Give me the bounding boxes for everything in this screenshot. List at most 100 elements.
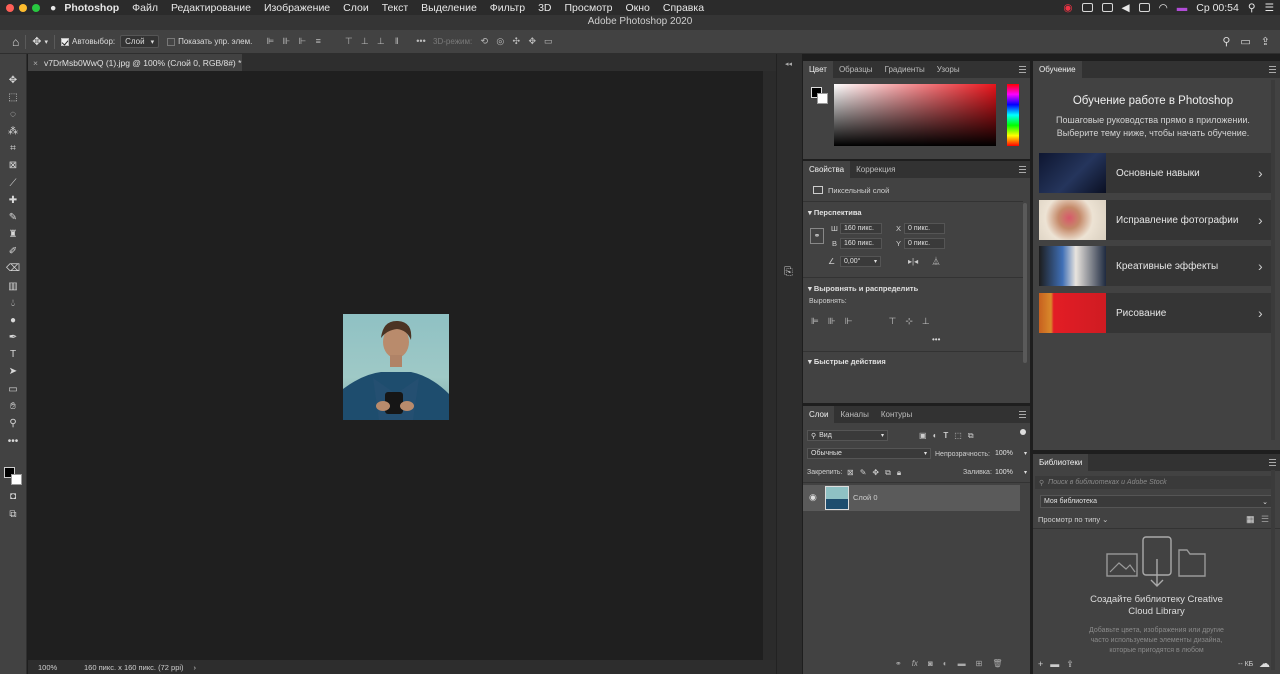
new-adjustment-icon[interactable]: ◐ (943, 659, 948, 668)
flip-vertical-icon[interactable]: ⏅ (932, 256, 940, 267)
grid-view-icon[interactable]: ▦ (1246, 514, 1255, 525)
filter-pixel-icon[interactable]: ▣ (919, 431, 927, 441)
scale-3d-icon[interactable]: ▭ (542, 36, 554, 47)
close-tab-icon[interactable]: × (33, 58, 38, 68)
collapse-arrows-icon[interactable]: ◂◂ (785, 60, 792, 68)
layer-thumbnail[interactable] (825, 486, 849, 510)
tab-libraries[interactable]: Библиотеки (1033, 454, 1089, 471)
menu-window[interactable]: Окно (625, 2, 649, 14)
align-left-edges-icon[interactable]: ⊫ (811, 316, 819, 327)
align-v-centers-icon[interactable]: ⊹ (905, 316, 913, 327)
document-info[interactable]: 160 пикс. x 160 пикс. (72 ppi) (84, 663, 184, 672)
learn-item-basic-skills[interactable]: Основные навыки › (1039, 153, 1274, 193)
home-icon[interactable]: ⌂ (12, 35, 19, 49)
zoom-window-button[interactable] (32, 3, 40, 12)
quick-mask-icon[interactable]: ◘ (6, 490, 20, 503)
menu-image[interactable]: Изображение (264, 2, 330, 14)
vertical-scrollbar[interactable] (763, 71, 776, 660)
layer-row[interactable]: ◉ Слой 0 (803, 485, 1020, 511)
color-picker-field[interactable] (834, 84, 996, 146)
menu-view[interactable]: Просмотр (565, 2, 613, 14)
quick-actions-section-header[interactable]: ▾ Быстрые действия (808, 357, 886, 366)
more-options-icon[interactable]: ••• (415, 36, 427, 46)
gradient-tool-icon[interactable]: ▥ (6, 280, 20, 293)
workspace-icon[interactable]: ▭ (1240, 35, 1250, 48)
panel-menu-icon[interactable] (1019, 66, 1026, 73)
cloud-sync-icon[interactable]: ☁ (1259, 657, 1270, 670)
lock-pixels-icon[interactable]: ✎ (860, 468, 867, 478)
add-element-icon[interactable]: + (1038, 659, 1043, 670)
search-icon[interactable]: ⚲ (1222, 35, 1230, 48)
show-transform-checkbox[interactable] (167, 37, 176, 46)
slide-3d-icon[interactable]: ✥ (526, 36, 538, 47)
marquee-tool-icon[interactable]: ⬚ (6, 91, 20, 104)
brush-tool-icon[interactable]: ✎ (6, 211, 20, 224)
panel-menu-icon[interactable] (1019, 411, 1026, 418)
lock-artboard-icon[interactable]: ⧉ (885, 468, 891, 478)
menu-file[interactable]: Файл (132, 2, 158, 14)
clock-label[interactable]: Ср 00:54 (1196, 2, 1239, 14)
lock-position-icon[interactable]: ✥ (872, 468, 879, 478)
menu-layers[interactable]: Слои (343, 2, 369, 14)
lasso-tool-icon[interactable]: ◌ (6, 108, 20, 121)
align-top-edges-icon[interactable]: ⊤ (889, 316, 897, 327)
path-select-icon[interactable]: ➤ (6, 365, 20, 378)
height-input[interactable]: 160 пикс. (840, 238, 882, 249)
history-brush-icon[interactable]: ✐ (6, 245, 20, 258)
upload-icon[interactable]: ⇪ (1066, 659, 1074, 670)
fill-input[interactable]: 100% ▾ (992, 467, 1028, 478)
align-top-icon[interactable]: ⊤ (343, 36, 355, 47)
panel-menu-icon[interactable] (1269, 459, 1276, 466)
panel-menu-icon[interactable] (1269, 66, 1276, 73)
move-tool-preset-icon[interactable]: ✥ (32, 35, 41, 48)
align-bottom-icon[interactable]: ⊥ (375, 36, 387, 47)
hue-slider[interactable] (1007, 84, 1019, 146)
orbit-3d-icon[interactable]: ⟲ (478, 36, 490, 47)
history-panel-icon[interactable]: ⎘ (784, 266, 793, 279)
filter-smart-icon[interactable]: ⧉ (968, 431, 974, 441)
align-right-icon[interactable]: ⊩ (296, 36, 308, 47)
tab-layers[interactable]: Слои (803, 406, 835, 423)
keyboard-icon[interactable] (1081, 3, 1093, 12)
menu-filter[interactable]: Фильтр (490, 2, 525, 14)
tab-learn[interactable]: Обучение (1033, 61, 1082, 78)
new-library-folder-icon[interactable]: ▬ (1050, 659, 1059, 670)
link-dimensions-icon[interactable]: ⚭ (810, 228, 824, 244)
tab-swatches[interactable]: Образцы (833, 61, 879, 78)
trash-icon[interactable]: 🗑︎ (992, 659, 1002, 668)
chevron-right-icon[interactable]: › (194, 663, 197, 672)
align-left-icon[interactable]: ⊫ (264, 36, 276, 47)
distribute-v-icon[interactable]: ‖ (391, 36, 403, 46)
display-icon[interactable] (1101, 3, 1113, 12)
angle-input[interactable]: 0,00° ▾ (840, 256, 881, 267)
menu-help[interactable]: Справка (663, 2, 704, 14)
filter-toggle-icon[interactable] (1020, 429, 1026, 435)
tab-adjustments[interactable]: Коррекция (850, 161, 901, 178)
menu-3d[interactable]: 3D (538, 2, 551, 14)
background-color-swatch[interactable] (11, 474, 22, 485)
opacity-input[interactable]: 100% ▾ (992, 448, 1028, 459)
eraser-tool-icon[interactable]: ⌫ (6, 262, 20, 275)
hand-tool-icon[interactable]: ✋︎ (6, 400, 20, 413)
fx-icon[interactable]: fx (912, 659, 918, 668)
flip-horizontal-icon[interactable]: ▸|◂ (908, 257, 918, 266)
creative-cloud-icon[interactable]: ◉ (1063, 2, 1072, 14)
tab-patterns[interactable]: Узоры (931, 61, 966, 78)
quick-select-tool-icon[interactable]: ⁂ (6, 125, 20, 138)
filter-adjustment-icon[interactable]: ◐ (933, 431, 938, 441)
library-search[interactable]: ⚲ Поиск в библиотеках и Adobe Stock (1035, 476, 1275, 489)
document-image[interactable] (343, 314, 449, 420)
close-window-button[interactable] (6, 3, 14, 12)
frame-tool-icon[interactable]: ⊠ (6, 159, 20, 172)
width-input[interactable]: 160 пикс. (840, 223, 882, 234)
new-group-icon[interactable]: ▬ (958, 659, 966, 668)
visibility-eye-icon[interactable]: ◉ (809, 492, 817, 503)
align-h-centers-icon[interactable]: ⊪ (828, 316, 836, 327)
drag-3d-icon[interactable]: ✣ (510, 36, 522, 47)
properties-scrollbar[interactable] (1023, 203, 1027, 363)
perspective-section-header[interactable]: ▾ Перспектива (808, 208, 862, 217)
healing-brush-icon[interactable]: ✚ (6, 194, 20, 207)
learn-item-painting[interactable]: Рисование › (1039, 293, 1274, 333)
app-menu[interactable]: Photoshop (64, 2, 119, 14)
filter-type-icon[interactable]: T (943, 431, 948, 441)
